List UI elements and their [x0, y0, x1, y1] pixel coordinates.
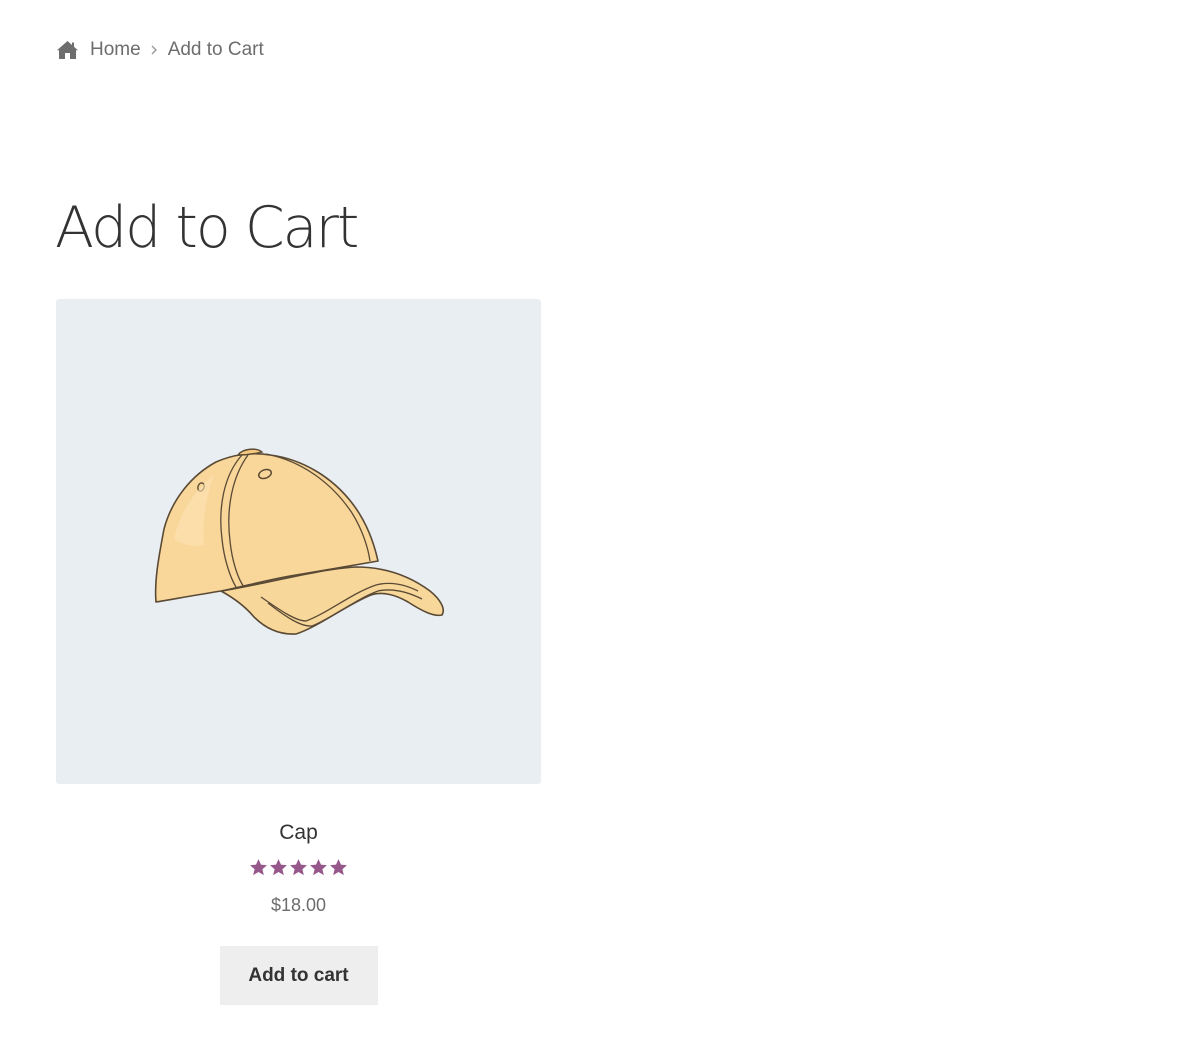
chevron-right-icon [151, 45, 157, 55]
star-icon [270, 859, 287, 876]
page-title: Add to Cart [55, 195, 359, 261]
breadcrumb: Home Add to Cart [56, 36, 264, 64]
page: Home Add to Cart Add to Cart Cap $18.00 … [0, 0, 1182, 1052]
star-icon [310, 859, 327, 876]
breadcrumb-current: Add to Cart [167, 39, 264, 60]
product-title[interactable]: Cap [56, 818, 541, 848]
star-icon [290, 859, 307, 876]
star-rating [56, 858, 541, 878]
cap-image [154, 448, 445, 635]
add-to-cart-button[interactable]: Add to cart [219, 946, 378, 1005]
product-card: Cap $18.00 Add to cart [56, 299, 541, 1005]
star-icon [330, 859, 347, 876]
breadcrumb-home-link[interactable]: Home [90, 39, 141, 61]
product-price: $18.00 [270, 895, 327, 915]
product-image-link[interactable] [56, 299, 541, 784]
star-icon [250, 859, 267, 876]
home-icon [57, 41, 78, 59]
